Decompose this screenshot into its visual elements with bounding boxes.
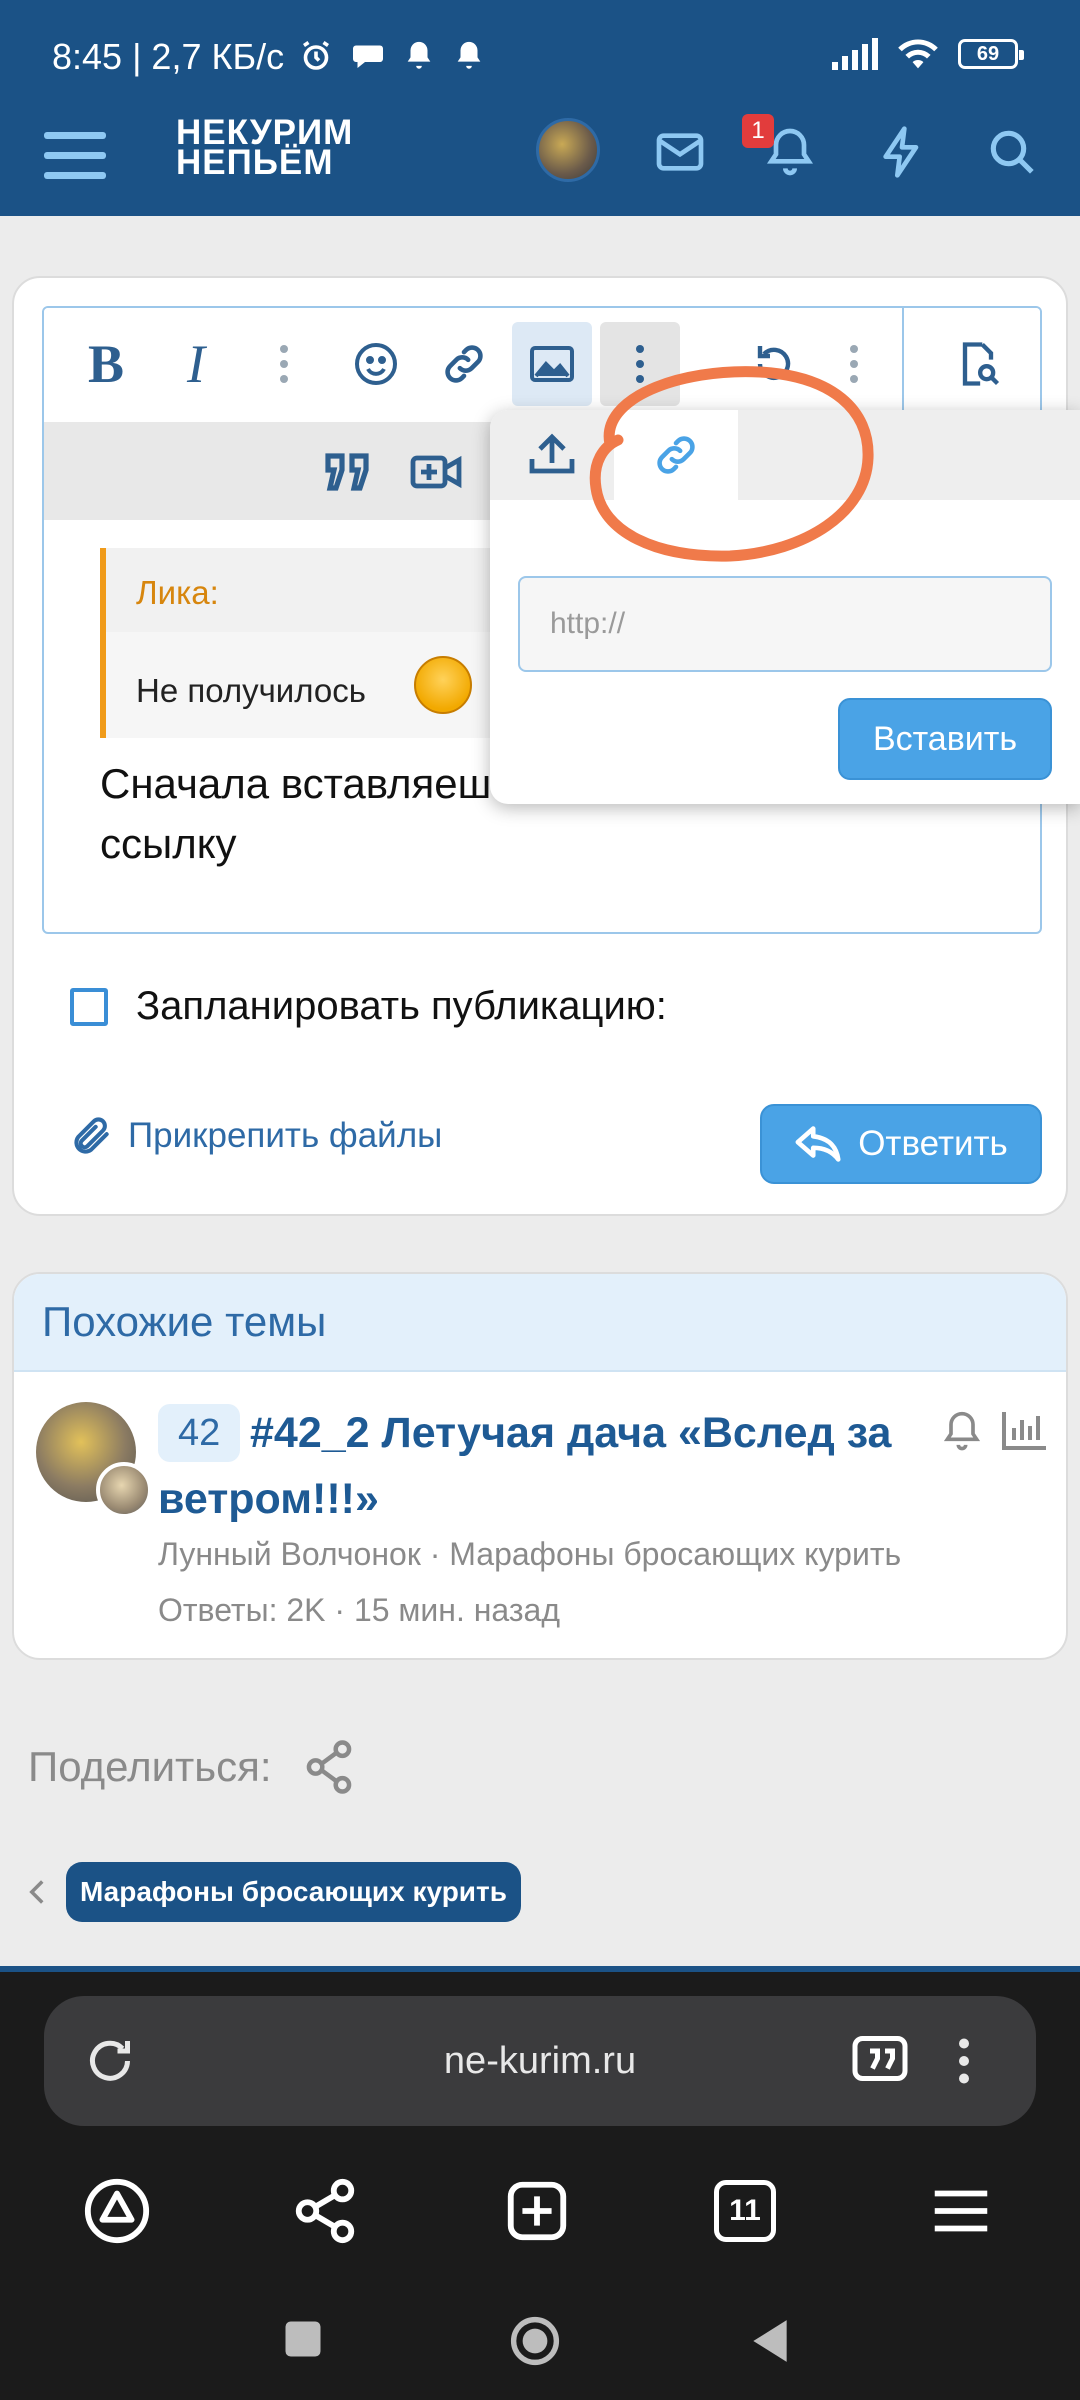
signal-icon: [832, 38, 878, 70]
video-plus-icon: [410, 455, 462, 489]
emoji-button[interactable]: [336, 322, 416, 406]
insert-media-button[interactable]: [396, 430, 476, 514]
editor-toolbar: B I: [44, 308, 1040, 422]
italic-button[interactable]: I: [156, 322, 236, 406]
tab-by-url[interactable]: [614, 410, 738, 500]
thread-last-poster-avatar[interactable]: [96, 1462, 152, 1518]
browser-bottom-toolbar: 11: [0, 2162, 1080, 2262]
recents-square-icon[interactable]: [282, 2318, 324, 2360]
vertical-dots-icon: [636, 345, 644, 383]
thread-meta[interactable]: Лунный Волчонок · Марафоны бросающих кур…: [158, 1536, 901, 1573]
insert-button[interactable]: Вставить: [838, 698, 1052, 780]
smiley-icon: [355, 343, 397, 385]
paperclip-icon: [74, 1117, 109, 1154]
alarm-icon: [303, 41, 329, 70]
attach-files-link[interactable]: Прикрепить файлы: [70, 1114, 442, 1158]
watch-bell-icon[interactable]: [940, 1408, 984, 1456]
crying-emoji-icon: [414, 656, 472, 714]
browser-menu-icon[interactable]: [926, 2176, 996, 2246]
thread-title[interactable]: #42_2 Летучая дача «Вслед за ветром!!!»: [158, 1400, 948, 1532]
reply-button-label: Ответить: [858, 1124, 1008, 1163]
battery-indicator: 69: [958, 39, 1024, 69]
schedule-label: Запланировать публикацию:: [136, 984, 667, 1028]
notification-bell-icon-2: [457, 41, 481, 69]
share-label: Поделиться:: [28, 1743, 272, 1790]
status-time-speed: 8:45 | 2,7 КБ/с: [52, 36, 285, 77]
user-avatar[interactable]: [536, 118, 600, 182]
quote-author[interactable]: Лика:: [136, 574, 219, 612]
chevron-left-icon[interactable]: [28, 1878, 46, 1906]
quote-reader-icon[interactable]: [850, 2031, 910, 2091]
android-navigation-bar: [0, 2294, 1080, 2394]
more-insert-options-button[interactable]: [600, 322, 680, 406]
vertical-dots-icon: [850, 345, 858, 383]
status-notification-icons: [298, 38, 486, 74]
status-bar: 8:45 | 2,7 КБ/с 69: [0, 0, 1080, 118]
upload-icon: [529, 433, 575, 474]
vertical-dots-icon: [280, 345, 288, 383]
share-row: Поделиться:: [28, 1738, 356, 1796]
browser-home-logo-icon[interactable]: [82, 2176, 152, 2246]
tab-count-button[interactable]: 11: [714, 2180, 776, 2242]
top-nav: НЕКУРИМ НЕПЬЁМ 1: [0, 114, 1080, 216]
logo-line2: НЕПЬЁМ: [176, 143, 334, 182]
insert-image-popup: Вставить: [490, 410, 1080, 804]
status-system-icons: 69: [832, 36, 1024, 72]
schedule-checkbox[interactable]: [70, 987, 108, 1026]
breadcrumb-forum-tag[interactable]: Марафоны бросающих курить: [66, 1862, 521, 1922]
site-logo[interactable]: НЕКУРИМ НЕПЬЁМ: [176, 115, 353, 182]
breadcrumb: Марафоны бросающих курить: [28, 1862, 521, 1922]
wifi-icon: [898, 39, 938, 69]
more-editor-options-button[interactable]: [814, 322, 894, 406]
insert-link-button[interactable]: [424, 322, 504, 406]
image-url-input[interactable]: [518, 576, 1052, 672]
back-triangle-icon[interactable]: [748, 2316, 792, 2366]
address-bar[interactable]: ne-kurim.ru: [44, 1996, 1036, 2126]
similar-topics-header: Похожие темы: [14, 1274, 1066, 1372]
undo-button[interactable]: [734, 322, 814, 406]
reply-arrow-icon: [795, 1126, 841, 1162]
link-icon: [657, 436, 695, 474]
vertical-dots-icon[interactable]: [934, 2031, 994, 2091]
notification-bell-icon: [407, 41, 431, 69]
preview-button[interactable]: [938, 322, 1018, 406]
insert-image-button[interactable]: [512, 322, 592, 406]
image-icon: [530, 346, 574, 382]
popup-tabs: [490, 410, 1080, 500]
search-icon[interactable]: [984, 124, 1040, 180]
thread-prefix-badge[interactable]: 42: [158, 1404, 241, 1462]
home-circle-icon[interactable]: [508, 2314, 562, 2368]
quote-text: Не получилось: [136, 672, 366, 709]
link-icon: [445, 345, 483, 383]
new-tab-plus-icon[interactable]: [502, 2176, 572, 2246]
document-search-icon: [962, 342, 1000, 386]
undo-icon: [757, 346, 791, 380]
site-header: 8:45 | 2,7 КБ/с 69 НЕКУРИМ НЕПЬЁМ 1: [0, 0, 1080, 216]
share-icon[interactable]: [302, 1738, 356, 1796]
notification-count-badge: 1: [742, 114, 774, 148]
quote-icon: [325, 453, 369, 491]
lightning-icon[interactable]: [874, 124, 930, 180]
reply-button[interactable]: Ответить: [760, 1104, 1042, 1184]
quote-button[interactable]: [308, 430, 388, 514]
share-icon[interactable]: [290, 2176, 360, 2246]
hamburger-menu-icon[interactable]: [44, 128, 108, 184]
mail-icon[interactable]: [652, 124, 708, 180]
attach-files-label: Прикрепить файлы: [128, 1116, 443, 1155]
browser-chrome: ne-kurim.ru 11: [0, 1972, 1080, 2400]
more-options-button[interactable]: [244, 322, 324, 406]
chat-bubble-icon: [353, 45, 383, 68]
bold-button[interactable]: B: [66, 322, 146, 406]
thread-replies: Ответы: 2K · 15 мин. назад: [158, 1592, 560, 1628]
toolbar-divider: [902, 308, 904, 422]
schedule-option[interactable]: Запланировать публикацию:: [70, 984, 667, 1029]
similar-topics-card: Похожие темы #42_2 Летучая дача «Вслед з…: [12, 1272, 1068, 1660]
quote-block: Лика: Не получилось: [100, 548, 526, 738]
stats-chart-icon[interactable]: [1000, 1410, 1048, 1452]
similar-topics-title: Похожие темы: [42, 1298, 327, 1345]
tab-upload[interactable]: [490, 410, 614, 500]
